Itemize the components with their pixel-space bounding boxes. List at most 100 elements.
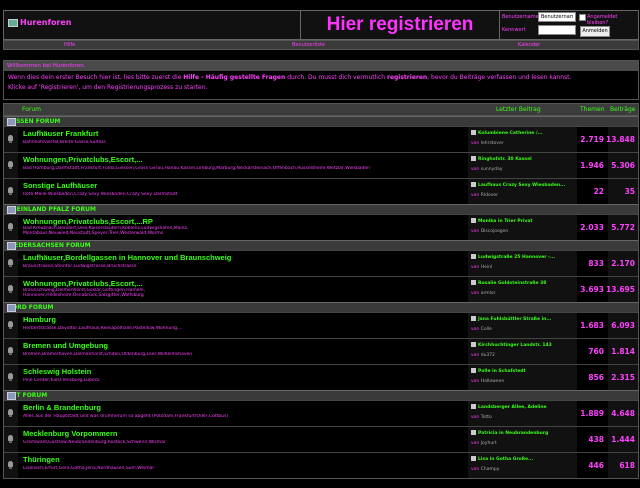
- forum-title-link[interactable]: Schleswig Holstein: [23, 367, 91, 376]
- last-post-title[interactable]: Monika in Trier Privat: [471, 218, 575, 224]
- last-post-cell: Laufhaus Crazy Sexy Wiesbaden... von Rido…: [468, 179, 577, 204]
- author-link[interactable]: lehrstover: [481, 141, 504, 146]
- forum-title-link[interactable]: Mecklenburg Vorpommern: [23, 429, 117, 438]
- forum-description[interactable]: Bad Homburg,Darmstadt,Frankfurt,Fulda,Gi…: [23, 166, 468, 171]
- forum-title-link[interactable]: Berlin & Brandenburg: [23, 403, 101, 412]
- last-post-title[interactable]: Laufhaus Crazy Sexy Wiesbaden...: [471, 182, 575, 188]
- category-header[interactable]: NIEDERSACHSEN FORUM: [4, 240, 638, 250]
- last-post-title[interactable]: Jana Fuhlsbüttler Straße in...: [471, 316, 575, 322]
- last-post-cell: Lisa in Gotha Große... von Champy: [468, 453, 577, 478]
- forum-title-link[interactable]: Sonstige Laufhäuser: [23, 181, 97, 190]
- last-post-title[interactable]: Landsberger Allee, Adeline: [471, 404, 575, 410]
- collapse-icon[interactable]: [7, 118, 16, 126]
- collapse-icon[interactable]: [7, 242, 16, 250]
- forum-title-link[interactable]: Wohnungen,Privatclubs,Escort,...: [23, 155, 142, 164]
- threads-cell: 3.693: [578, 277, 607, 302]
- collapse-icon[interactable]: [7, 304, 16, 312]
- collapse-icon[interactable]: [7, 392, 16, 400]
- category-header[interactable]: NORD FORUM: [4, 302, 638, 312]
- site-name[interactable]: Hurenforen: [20, 18, 72, 27]
- help-link[interactable]: Hilfe - Häufig gestellte Fragen: [183, 74, 285, 81]
- nav-memberlist[interactable]: Benutzerliste: [292, 41, 325, 49]
- forum-description[interactable]: Alles aus der Hauptstadt und was drumher…: [23, 414, 468, 419]
- thread-count: 438: [588, 435, 604, 444]
- forum-description[interactable]: Bad Kreuznach,Bendorf,Dies,Kaiserslauter…: [23, 226, 468, 236]
- nav-calendar[interactable]: Kalender: [518, 41, 540, 49]
- last-post-title[interactable]: Kirchhuchtinger Landstr. 143: [471, 342, 575, 348]
- remember-checkbox[interactable]: [579, 14, 586, 21]
- last-post-title-text[interactable]: Kolumbiene Catherine /...: [478, 131, 543, 136]
- forum-title-link[interactable]: Wohnungen,Privatclubs,Escort,...: [23, 279, 142, 288]
- last-post-title-text[interactable]: Monika in Trier Privat: [478, 219, 533, 224]
- last-post-title-text[interactable]: Patricia in Neubrandenburg: [478, 431, 548, 436]
- forum-title-link[interactable]: Bremen und Umgebung: [23, 341, 108, 350]
- last-post-cell: Kolumbiene Catherine /... von lehrstover: [468, 127, 577, 152]
- post-icon: [471, 404, 476, 409]
- author-link[interactable]: armlor: [481, 291, 496, 296]
- password-input[interactable]: [538, 25, 576, 35]
- author-link[interactable]: Champy: [481, 467, 500, 472]
- last-post-title[interactable]: Patricia in Neubrandenburg: [471, 430, 575, 436]
- last-post-title-text[interactable]: Kirchhuchtinger Landstr. 143: [478, 343, 552, 348]
- posts-cell: 6.093: [608, 313, 638, 338]
- author-link[interactable]: Ridover: [481, 193, 498, 198]
- forum-description[interactable]: Eisenach,Erfurt,Gera,Gotha,Jena,Nordhaus…: [23, 466, 468, 471]
- forum-description[interactable]: Herbertstrasse,Davidtor,Laufhaus,Reesapo…: [23, 326, 468, 331]
- last-post-title-text[interactable]: Lisa in Gotha Große...: [478, 457, 533, 462]
- last-post-title-text[interactable]: Ringhofstr. 30 Kassel: [478, 157, 532, 162]
- forum-title-link[interactable]: Hamburg: [23, 315, 56, 324]
- forum-description[interactable]: Greifswald,Güstrow,Neubrandenburg,Rostoc…: [23, 440, 468, 445]
- last-post-title[interactable]: Ringhofstr. 30 Kassel: [471, 156, 575, 162]
- forum-title-link[interactable]: Wohnungen,Privatclubs,Escort,...RP: [23, 217, 153, 226]
- forum-title-link[interactable]: Thüringen: [23, 455, 60, 464]
- category-header[interactable]: HESSEN FORUM: [4, 116, 638, 126]
- forum-cell: Wohnungen,Privatclubs,Escort,... Braunsch…: [19, 277, 467, 302]
- site-logo[interactable]: Hurenforen: [4, 11, 301, 39]
- forum-description[interactable]: Bahnhofsviertel,Breite Gasse,Sulfass: [23, 140, 468, 145]
- author-prefix: von: [471, 327, 480, 332]
- forum-cell: Wohnungen,Privatclubs,Escort,... Bad Homb…: [19, 153, 467, 178]
- username-input[interactable]: [538, 12, 576, 22]
- forum-cell: Laufhäuser,Bordellgassen in Hannover und…: [19, 251, 467, 276]
- last-post-title-text[interactable]: Landsberger Allee, Adeline: [478, 405, 547, 410]
- login-button[interactable]: Anmelden: [580, 26, 610, 37]
- forum-cell: Laufhäuser Frankfurt Bahnhofsviertel,Brei…: [19, 127, 467, 152]
- category-header[interactable]: OST FORUM: [4, 390, 638, 400]
- last-post-title[interactable]: Kolumbiene Catherine /...: [471, 130, 575, 136]
- last-post-title-text[interactable]: Laufhaus Crazy Sexy Wiesbaden...: [478, 183, 565, 188]
- author-link[interactable]: Totto: [481, 415, 492, 420]
- forum-description[interactable]: Braunstraese,Steintor,Ludwigstrasse,Bruc…: [23, 264, 468, 269]
- register-link[interactable]: registrieren: [387, 74, 427, 81]
- last-post-title[interactable]: Polle in Schafstedt: [471, 368, 575, 374]
- author-link[interactable]: du372: [481, 353, 495, 358]
- last-post-title-text[interactable]: Polle in Schafstedt: [478, 369, 526, 374]
- category-header[interactable]: RHEINLAND PFALZ FORUM: [4, 204, 638, 214]
- author-link[interactable]: Colle: [481, 327, 492, 332]
- last-post-title[interactable]: Rosalie Goldsteinstraße 38: [471, 280, 575, 286]
- nav-help[interactable]: Hilfe: [64, 41, 75, 49]
- forum-description[interactable]: Braunschweig,Delmenhorst,Goslar,Göttinge…: [23, 288, 468, 298]
- forum-description[interactable]: Bremen,Bremerhaven,Delmenhorst,Emden,Old…: [23, 352, 468, 357]
- forum-title-link[interactable]: Laufhäuser Frankfurt: [23, 129, 98, 138]
- post-count: 1.814: [611, 347, 635, 356]
- last-post-title-text[interactable]: Ludwigstraße 25 Hannover -...: [478, 255, 555, 260]
- last-post-author: von Colle: [471, 327, 492, 332]
- last-post-title[interactable]: Lisa in Gotha Große...: [471, 456, 575, 462]
- collapse-icon[interactable]: [7, 206, 16, 214]
- forum-description[interactable]: Rote Meile Wiesbaden,Crazy Sexy Wiesbade…: [23, 192, 468, 197]
- category-title[interactable]: NIEDERSACHSEN FORUM: [7, 241, 91, 250]
- forum-description-line[interactable]: Hannover,Hildesheim,Osnabrück,Salzgitter…: [23, 293, 144, 298]
- author-link[interactable]: sunnyday: [481, 167, 503, 172]
- register-banner[interactable]: Hier registrieren: [301, 11, 500, 39]
- category-title[interactable]: RHEINLAND PFALZ FORUM: [7, 205, 96, 214]
- author-link[interactable]: Halloween: [481, 379, 504, 384]
- forum-description[interactable]: Pine Center,Kiel,Flensburg,Lübeck: [23, 378, 468, 383]
- forum-description-line[interactable]: Montabaur,Neuwied,Neustadt,Speyer,Trier,…: [23, 231, 163, 236]
- last-post-title-text[interactable]: Jana Fuhlsbüttler Straße in...: [478, 317, 551, 322]
- author-link[interactable]: Heinl: [481, 265, 493, 270]
- forum-title-link[interactable]: Laufhäuser,Bordellgassen in Hannover und…: [23, 253, 231, 262]
- last-post-title-text[interactable]: Rosalie Goldsteinstraße 38: [478, 281, 546, 286]
- author-link[interactable]: Discojoogen: [481, 229, 509, 234]
- last-post-title[interactable]: Ludwigstraße 25 Hannover -...: [471, 254, 575, 260]
- author-link[interactable]: Joyhurt: [481, 441, 497, 446]
